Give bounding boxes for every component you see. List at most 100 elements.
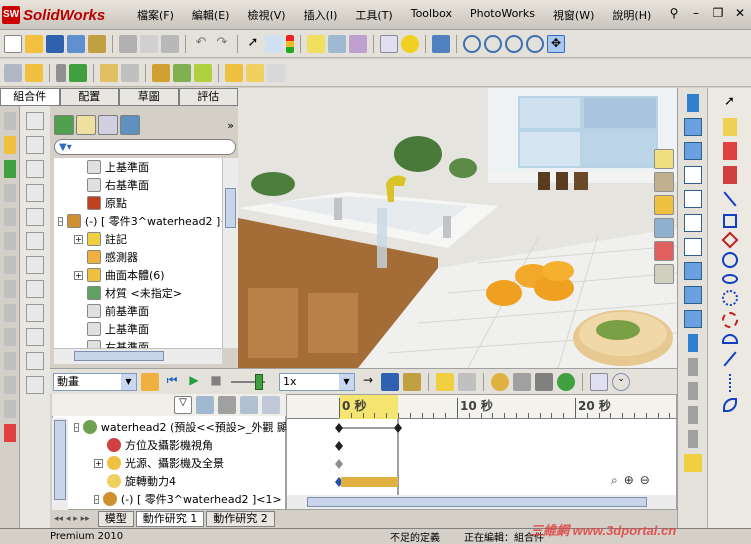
filter-animated-icon[interactable]: ▽ [174,396,192,414]
expand-toggle[interactable]: - [74,422,79,432]
panel-tab[interactable]: 評估 [178,88,238,105]
scroll-thumb[interactable] [225,188,236,228]
menu-item[interactable]: PhotoWorks [461,7,544,23]
reference-geometry-icon[interactable] [173,63,191,82]
play-from-start-icon[interactable]: ⏮ [163,373,181,391]
3d-sketch-icon[interactable] [722,142,737,160]
properties-icon[interactable] [380,34,398,53]
options-icon[interactable] [328,34,346,53]
panel-tab[interactable]: 組合件 [0,88,60,105]
motion-tree-item[interactable]: + 光源、攝影機及全景 [70,454,286,472]
tree-item[interactable]: 前基準面 [54,302,222,320]
menu-item[interactable]: 檔案(F) [128,7,183,23]
tool-icon[interactable] [3,112,16,130]
tool-icon[interactable] [3,424,16,442]
tool-icon[interactable] [3,208,16,226]
stop-icon[interactable]: ■ [207,373,225,391]
menu-item[interactable]: Toolbox [402,7,461,23]
mate-icon[interactable] [25,63,43,82]
view-icon[interactable] [687,382,698,400]
autokey-icon[interactable] [436,372,454,391]
study-type-select[interactable]: 動畫 [53,372,137,391]
zoom-to-fit-icon[interactable] [463,34,481,53]
save-as-icon[interactable] [67,34,85,53]
pan-icon[interactable]: ✥ [547,34,565,53]
open-folder-icon[interactable] [25,34,43,53]
motion-tree-item[interactable]: 旋轉動力4 [70,472,286,490]
select-icon[interactable]: ➚ [721,94,739,112]
playback-mode-icon[interactable]: → [359,373,377,391]
line-icon[interactable] [722,191,737,207]
playback-speed-select[interactable]: 1x [279,372,355,391]
study-tab[interactable]: 動作研究 2 [206,511,275,527]
expand-toggle[interactable]: - [94,494,99,504]
slider-thumb[interactable] [255,373,263,390]
pack-go-icon[interactable] [88,34,106,53]
display-manager-tab-icon[interactable] [120,115,140,135]
view-cube-icon[interactable] [683,310,702,328]
pin-icon[interactable]: ⚲ [667,6,681,20]
appearances-icon[interactable] [654,241,674,261]
view-icon[interactable] [687,358,698,376]
polygon-icon[interactable] [721,231,738,249]
add-key-icon[interactable] [458,372,476,391]
select-cursor-icon[interactable]: ➚ [244,35,262,53]
cut-icon[interactable] [161,34,179,53]
panel-tab[interactable]: 配置 [59,88,119,105]
tool-icon[interactable] [3,184,16,202]
view-icon[interactable] [686,94,699,112]
surface-tool-icon[interactable] [26,160,44,178]
custom-properties-icon[interactable] [654,264,674,284]
expand-toggle[interactable]: + [74,270,83,280]
circle-icon[interactable] [721,252,738,268]
save-icon[interactable] [46,34,64,53]
motion-tree-item[interactable]: - (-) [ 零件3^waterhead2 ]<1> (預 [70,490,286,508]
insert-component-icon[interactable] [4,63,22,82]
tool-icon[interactable] [3,376,16,394]
zoom-out-timeline-icon[interactable]: ⊖ [640,473,650,488]
print-preview-icon[interactable] [140,34,158,53]
view-palette-icon[interactable] [654,218,674,238]
linear-pattern-icon[interactable] [69,63,87,82]
new-document-icon[interactable] [4,34,22,53]
tool-icon[interactable] [3,400,16,418]
study-tab[interactable]: 模型 [97,511,134,527]
minimize-button[interactable]: – [689,6,703,20]
expand-toggle[interactable]: - [58,216,63,226]
expand-panel-icon[interactable]: » [227,119,234,132]
new-motion-study-icon[interactable] [194,63,212,82]
tree-horizontal-scrollbar[interactable] [54,348,222,364]
tree-filter[interactable]: ▼▾ [54,139,236,155]
surface-tool-icon[interactable] [26,136,44,154]
ellipse-icon[interactable] [721,274,738,284]
playback-speed-slider[interactable] [231,373,265,390]
save-animation-icon[interactable] [381,372,399,391]
assembly-feature-icon[interactable] [152,63,170,82]
print-icon[interactable] [119,34,137,53]
zoom-to-fit-timeline-icon[interactable]: ⌕ [611,473,618,488]
tree-item[interactable]: - (-) [ 零件3^waterhead2 ]<1 [54,212,222,230]
tool-icon[interactable] [3,280,16,298]
panel-tab[interactable]: 草圖 [119,88,179,105]
filter-results-icon[interactable] [240,396,258,414]
filter-selected-icon[interactable] [218,396,236,414]
explode-line-icon[interactable] [267,63,285,82]
tool-icon[interactable] [3,256,16,274]
tree-item[interactable]: + 註記 [54,230,222,248]
paperclip-icon[interactable] [56,63,66,82]
zoom-in-timeline-icon[interactable]: ⊕ [624,473,634,488]
results-icon[interactable] [590,372,608,391]
menu-item[interactable]: 插入(I) [295,7,347,23]
zoom-in-out-icon[interactable] [505,34,523,53]
traffic-light-icon[interactable] [286,34,294,53]
surface-tool-icon[interactable] [26,208,44,226]
property-manager-tab-icon[interactable] [76,115,96,135]
view-cube-icon[interactable] [683,286,702,304]
scroll-thumb[interactable] [74,351,164,361]
menu-item[interactable]: 說明(H) [603,7,660,23]
autofit-icon[interactable] [262,396,280,414]
motion-tree-scrollbar[interactable] [52,418,68,510]
rotate-view-icon[interactable] [526,34,544,53]
redo-icon[interactable]: ↷ [213,35,231,53]
view-cube-icon[interactable] [683,214,702,232]
